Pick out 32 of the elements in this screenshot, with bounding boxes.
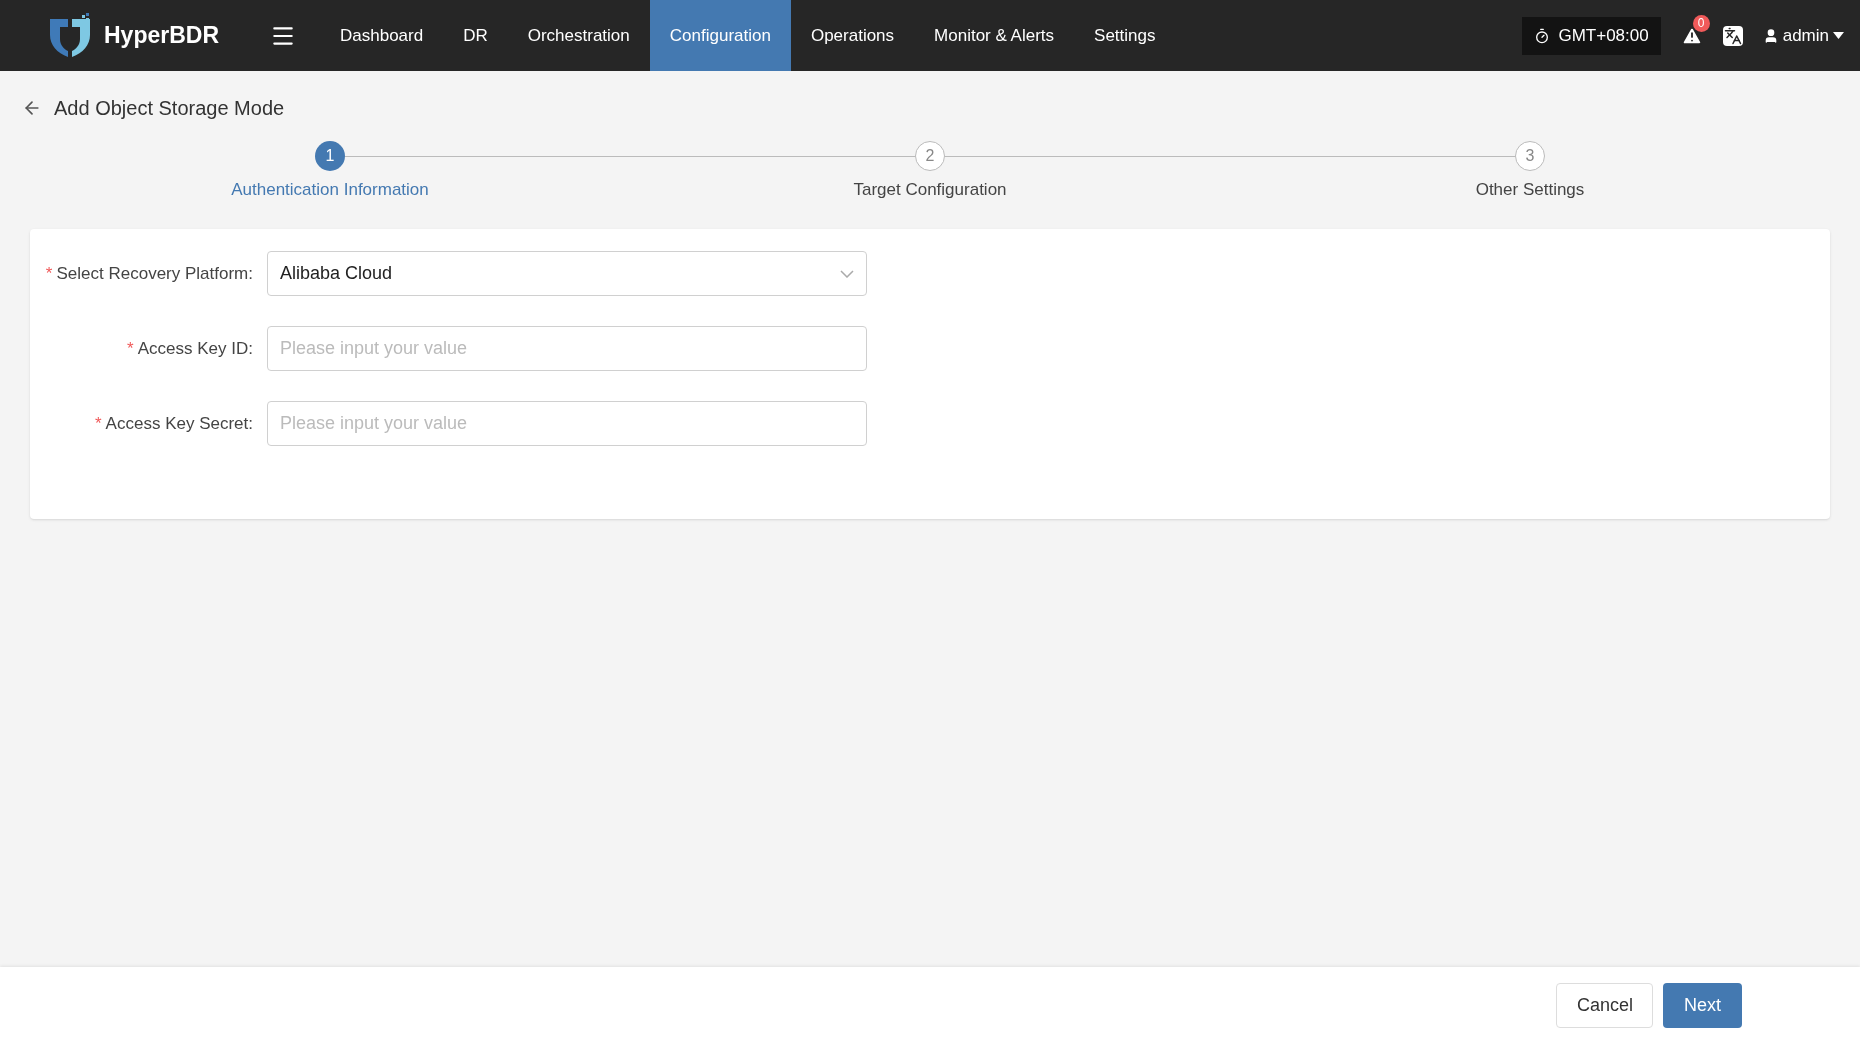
user-menu[interactable]: admin: [1762, 22, 1844, 49]
brand-name: HyperBDR: [104, 21, 220, 51]
step-label: Other Settings: [1475, 179, 1585, 201]
required-asterisk: *: [95, 413, 102, 433]
nav-tab[interactable]: Dashboard: [320, 0, 444, 71]
nav-tab[interactable]: Orchestration: [507, 0, 650, 71]
step-label: Authentication Information: [231, 179, 429, 201]
platform-select[interactable]: Alibaba Cloud: [267, 251, 867, 296]
field-label-text: Access Key ID:: [137, 338, 253, 358]
cancel-button[interactable]: Cancel: [1556, 982, 1653, 1028]
input-field[interactable]: Please input your value: [267, 401, 867, 446]
language-icon[interactable]: [1722, 25, 1743, 46]
chevron-down-icon: [840, 269, 854, 278]
timezone-display[interactable]: GMT+08:00: [1522, 16, 1661, 55]
field-label-text: Access Key Secret:: [105, 413, 253, 433]
next-button[interactable]: Next: [1663, 982, 1742, 1028]
timezone-text: GMT+08:00: [1558, 24, 1649, 47]
shield-logo-icon: [48, 12, 92, 59]
input-field[interactable]: Please input your value: [267, 326, 867, 371]
nav-tab[interactable]: Operations: [790, 0, 915, 71]
nav-tab[interactable]: Settings: [1074, 0, 1176, 71]
nav-tab[interactable]: DR: [443, 0, 508, 71]
nav-tab[interactable]: Configuration: [649, 0, 791, 71]
field-label-text: Select Recovery Platform:: [56, 263, 253, 283]
nav-tab[interactable]: Monitor & Alerts: [914, 0, 1075, 71]
caret-down-icon: [1833, 32, 1844, 39]
required-asterisk: *: [127, 338, 134, 358]
step-label: Target Configuration: [853, 179, 1007, 201]
required-asterisk: *: [45, 263, 53, 283]
timer-icon: [1534, 27, 1551, 44]
page-title: Add Object Storage Mode: [54, 96, 285, 121]
alert-count-badge: 0: [1692, 14, 1710, 32]
